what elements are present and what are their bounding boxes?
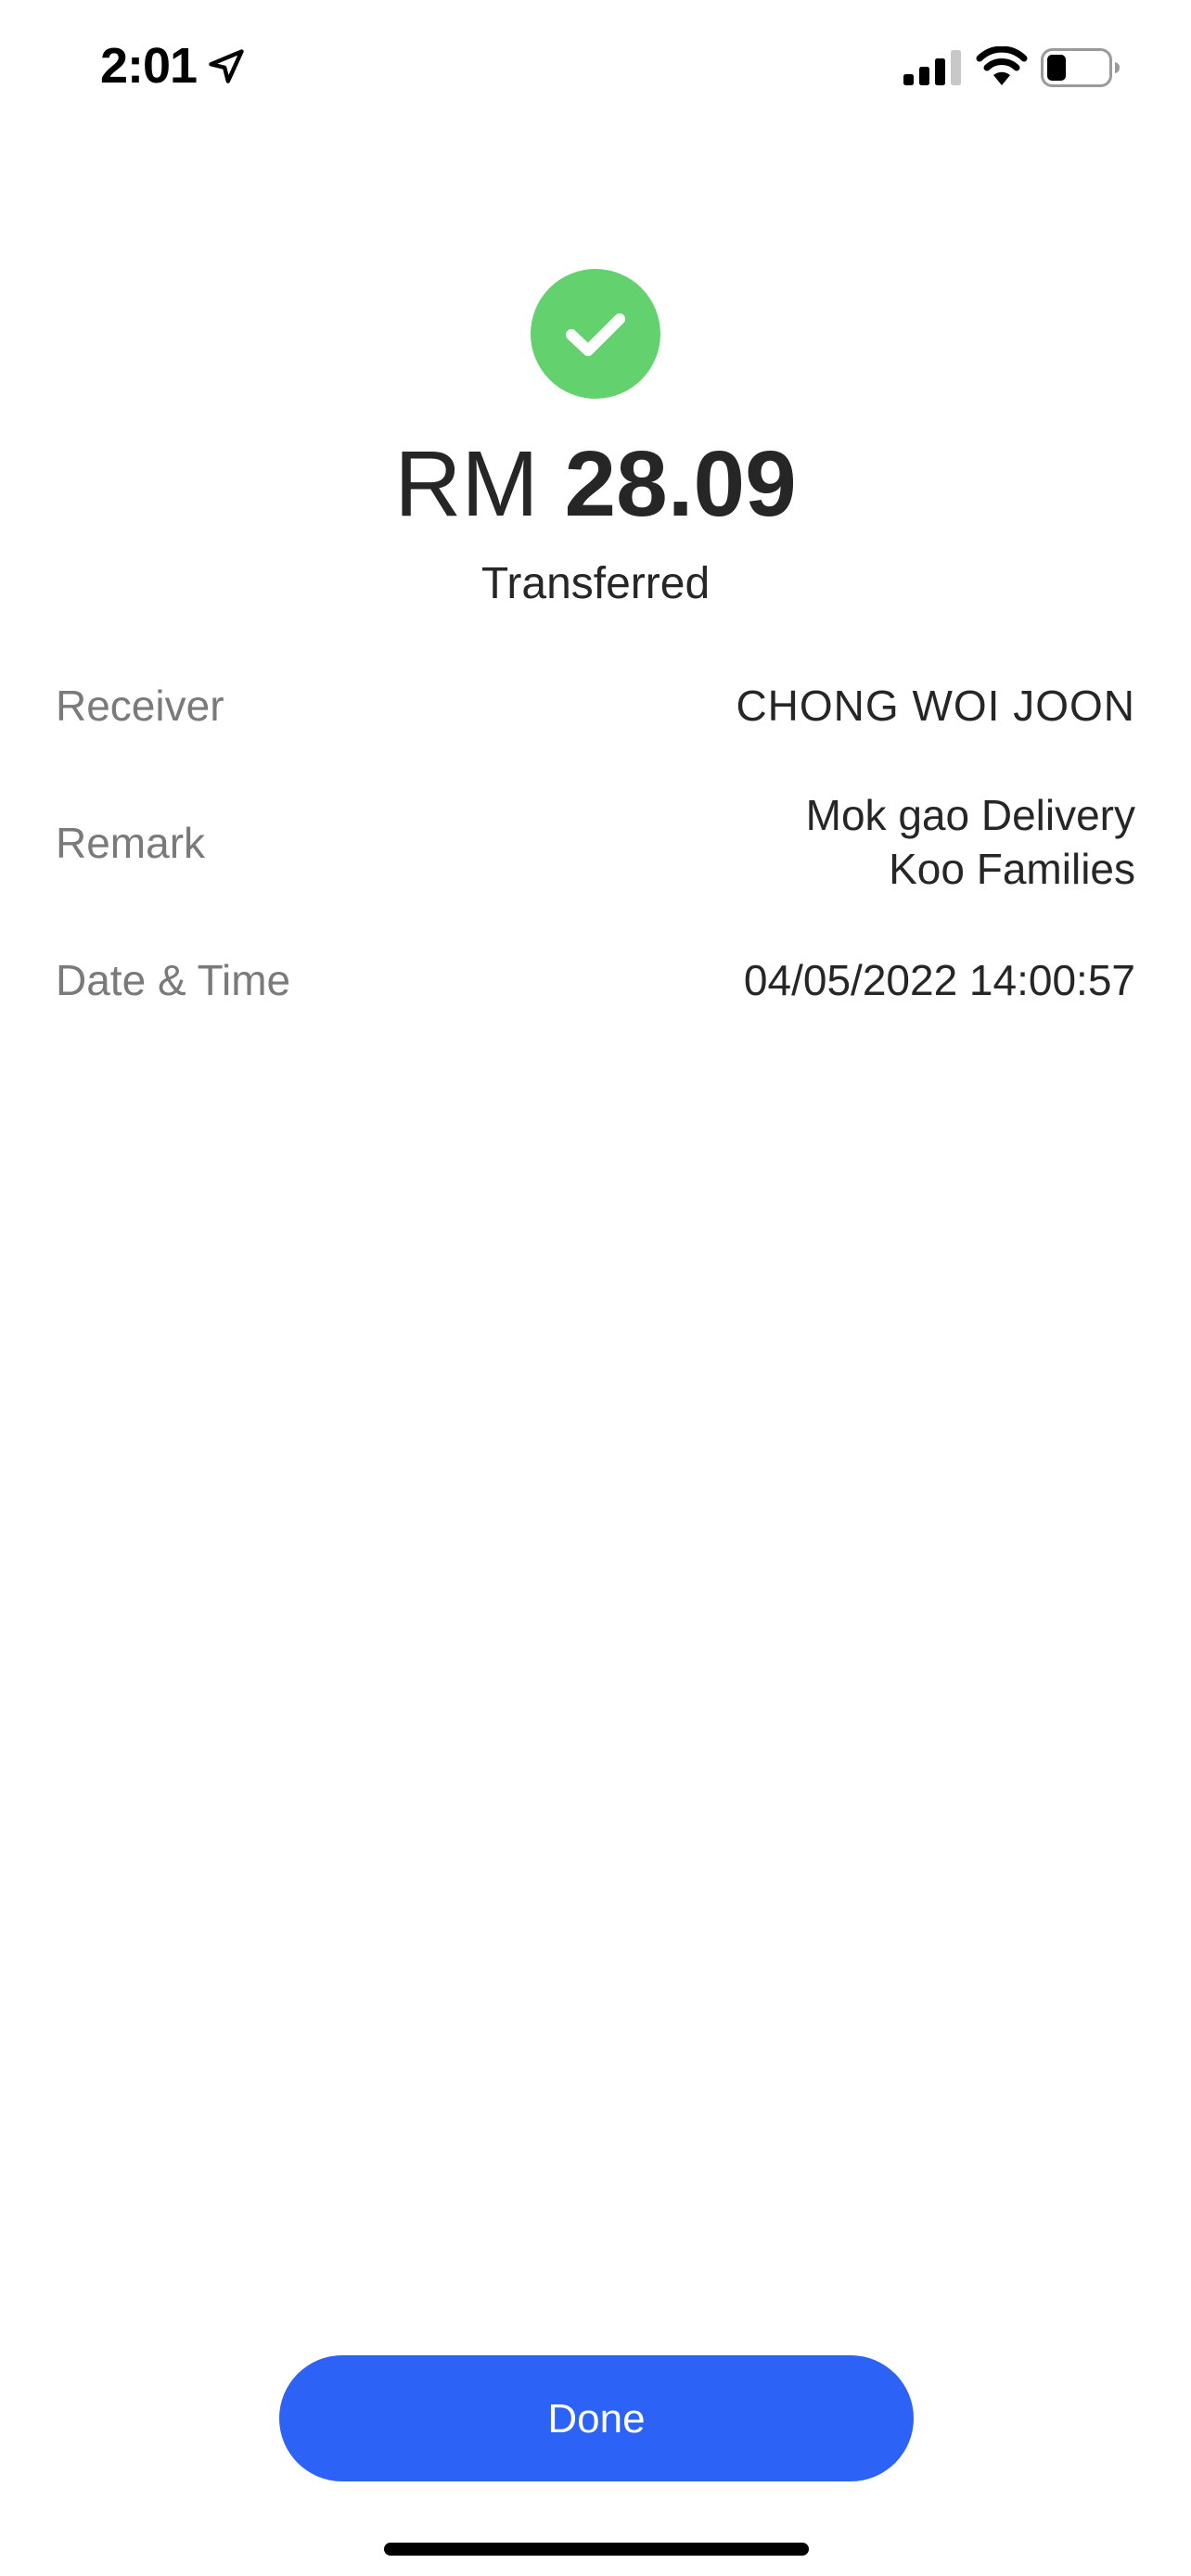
transfer-amount: RM 28.09 [0, 428, 1191, 540]
cellular-signal-icon [903, 50, 961, 85]
remark-line-2: Koo Families [889, 845, 1135, 893]
remark-value: Mok gao Delivery Koo Families [806, 788, 1135, 896]
remark-line-1: Mok gao Delivery [805, 791, 1135, 839]
receiver-value: CHONG WOI JOON [736, 682, 1135, 730]
detail-row-datetime: Date & Time 04/05/2022 14:00:57 [56, 953, 1135, 1009]
status-bar: 2:01 [0, 0, 1191, 139]
location-arrow-icon [206, 46, 247, 87]
done-button[interactable]: Done [279, 2355, 914, 2481]
battery-icon [1041, 48, 1121, 87]
success-check-icon [531, 269, 660, 399]
status-time: 2:01 [100, 38, 198, 94]
detail-row-remark: Remark Mok gao Delivery Koo Families [56, 788, 1135, 899]
wifi-icon [976, 45, 1028, 85]
amount-value: 28.09 [564, 432, 797, 536]
amount-currency: RM [394, 432, 539, 536]
receiver-label: Receiver [56, 682, 224, 730]
detail-row-receiver: Receiver CHONG WOI JOON [56, 679, 1135, 734]
datetime-label: Date & Time [56, 956, 291, 1004]
transfer-status: Transferred [480, 559, 711, 608]
remark-label: Remark [56, 819, 206, 867]
datetime-value: 04/05/2022 14:00:57 [743, 956, 1135, 1004]
home-indicator[interactable] [384, 2543, 809, 2556]
